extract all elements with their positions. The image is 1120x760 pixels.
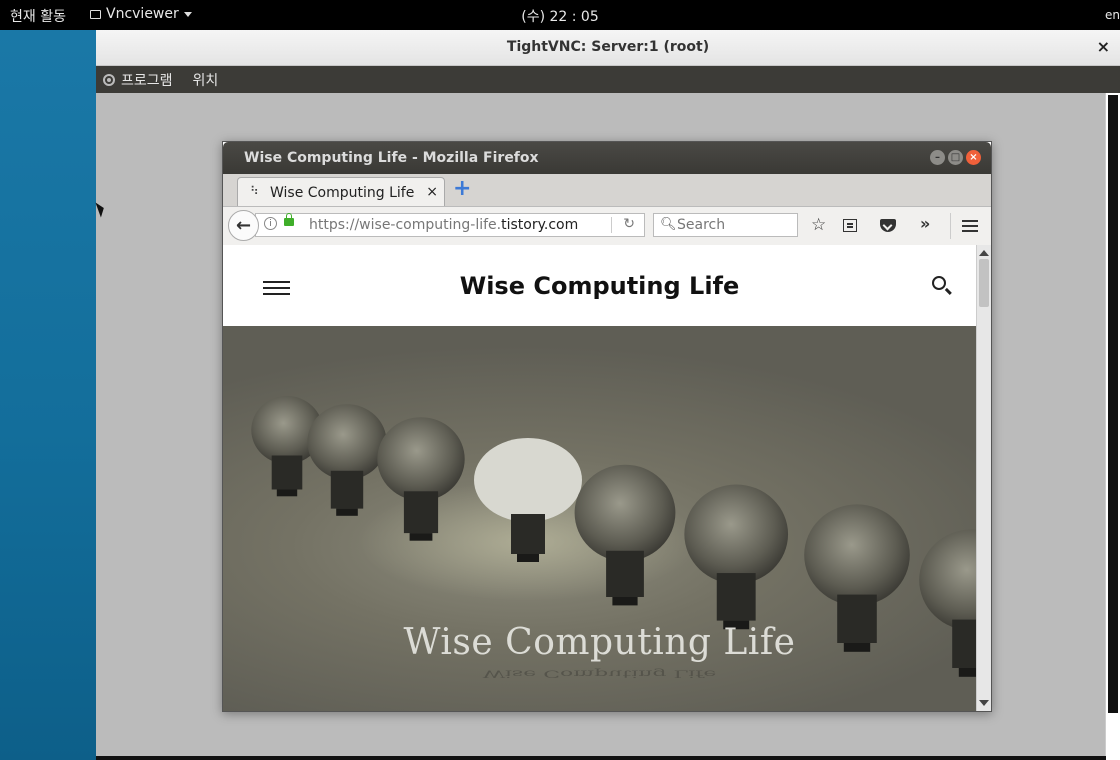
tab-label: Wise Computing Life (270, 185, 415, 201)
url-text: https://wise-computing-life.tistory.com (309, 217, 578, 233)
firefox-window-title: Wise Computing Life - Mozilla Firefox (244, 150, 539, 166)
search-icon: 🔍︎ (660, 217, 677, 232)
navigation-toolbar: i https://wise-computing-life.tistory.co… (223, 207, 991, 246)
vnc-titlebar[interactable]: TightVNC: Server:1 (root) × (96, 30, 1120, 66)
input-locale-indicator[interactable]: en (1105, 8, 1120, 22)
firefox-window: Wise Computing Life - Mozilla Firefox – … (222, 141, 992, 712)
vnc-close-button[interactable]: × (1097, 37, 1110, 56)
overflow-chevron-icon[interactable]: » (920, 214, 930, 233)
scroll-down-arrow-icon[interactable] (979, 700, 989, 706)
search-box[interactable]: 🔍︎ Search (653, 213, 798, 237)
minimize-button[interactable]: – (930, 150, 945, 165)
url-bar[interactable]: i https://wise-computing-life.tistory.co… (255, 213, 645, 237)
scroll-up-arrow-icon[interactable] (979, 250, 989, 256)
tab-bar: ⠳ Wise Computing Life × + (223, 174, 991, 207)
url-domain: tistory.com (501, 217, 579, 233)
new-tab-button[interactable]: + (453, 178, 471, 200)
back-button[interactable]: ← (228, 210, 259, 241)
close-button[interactable]: × (966, 150, 981, 165)
bookmark-star-icon[interactable]: ☆ (811, 215, 826, 235)
hamburger-menu-icon[interactable] (962, 220, 978, 222)
site-header: Wise Computing Life (223, 245, 976, 326)
site-title[interactable]: Wise Computing Life (223, 272, 976, 300)
remote-top-panel: 프로그램 위치 (96, 66, 1120, 93)
url-prefix: https://wise-computing-life. (309, 217, 502, 233)
favicon-icon: ⠳ (250, 184, 259, 198)
places-menu[interactable]: 위치 (193, 70, 219, 90)
vnc-scroll-thumb[interactable] (1108, 95, 1118, 713)
tab-close-button[interactable]: × (426, 184, 438, 200)
vnc-window-title: TightVNC: Server:1 (root) (506, 39, 710, 55)
lock-icon[interactable] (284, 213, 294, 226)
site-info-icon[interactable]: i (264, 217, 277, 230)
page-scroll-thumb[interactable] (979, 259, 989, 307)
top-bar: 현재 활동 Vncviewer (수) 22 : 05 en (0, 0, 1120, 30)
pocket-icon[interactable] (880, 219, 896, 232)
programs-menu[interactable]: 프로그램 (121, 70, 173, 90)
search-placeholder: Search (677, 217, 726, 233)
maximize-button[interactable]: □ (948, 150, 963, 165)
page-vertical-scrollbar[interactable] (976, 245, 991, 711)
hero-title: Wise Computing Life (403, 622, 796, 663)
vnc-vertical-scrollbar[interactable] (1105, 93, 1120, 760)
reader-view-icon[interactable] (843, 219, 857, 232)
tab-wise-computing-life[interactable]: ⠳ Wise Computing Life × (237, 177, 445, 206)
clock[interactable]: (수) 22 : 05 (0, 6, 1120, 26)
site-search-icon[interactable] (932, 276, 946, 290)
firefox-titlebar[interactable]: Wise Computing Life - Mozilla Firefox – … (223, 142, 991, 174)
web-page: Wise Computing Life Wise Computing Life … (223, 245, 976, 711)
hero-image: Wise Computing Life Wise Computing Life (223, 326, 976, 711)
hero-title-reflection: Wise Computing Life (482, 667, 717, 680)
vnc-bottom-edge (96, 756, 1106, 760)
distro-logo-icon (103, 73, 115, 86)
reload-icon[interactable]: ↻ (623, 216, 635, 232)
